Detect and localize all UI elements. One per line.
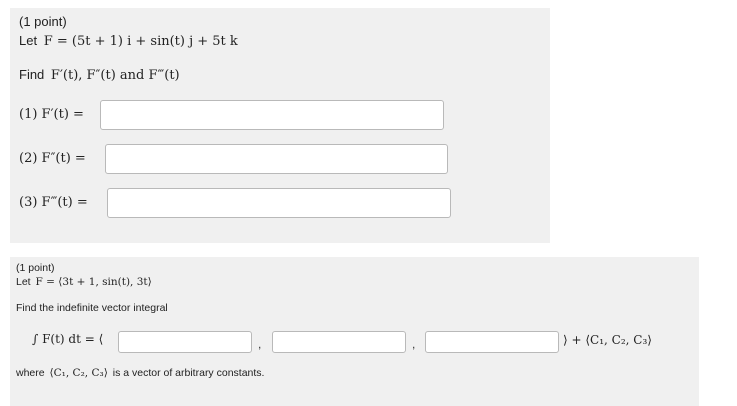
answer-1-input[interactable]	[101, 101, 443, 129]
component-2-box[interactable]	[272, 331, 406, 353]
find-label: Find	[19, 67, 45, 82]
let-label: Let	[16, 276, 31, 288]
separator-2: ,	[412, 337, 416, 351]
component-3-box[interactable]	[425, 331, 559, 353]
answer-3-input[interactable]	[108, 189, 450, 217]
vector-definition: F = ⟨3t + 1, sin(t), 3t⟩	[35, 276, 152, 288]
problem-1-statement: Let F = (5t + 1) i + sin(t) j + 5t k	[19, 33, 238, 49]
component-1-input[interactable]	[119, 332, 251, 352]
answer-2-input[interactable]	[106, 145, 447, 173]
component-2-input[interactable]	[273, 332, 405, 352]
problem-1-task: Find F′(t), F″(t) and F‴(t)	[19, 67, 180, 83]
answer-1-box[interactable]	[100, 100, 444, 130]
problem-1-points: (1 point)	[19, 14, 67, 29]
problem-2-panel: (1 point) Let F = ⟨3t + 1, sin(t), 3t⟩ F…	[10, 257, 699, 406]
where-label: where	[16, 367, 45, 379]
part-2-label: (2) F″(t) =	[19, 151, 86, 166]
problem-2-statement: Let F = ⟨3t + 1, sin(t), 3t⟩	[16, 276, 152, 288]
constants-note: where ⟨C₁, C₂, C₃⟩ is a vector of arbitr…	[16, 367, 264, 379]
separator-1: ,	[258, 337, 262, 351]
constants-vector: ⟨C₁, C₂, C₃⟩	[49, 367, 108, 379]
component-1-box[interactable]	[118, 331, 252, 353]
integral-label: ∫ F(t) dt = ⟨	[32, 332, 104, 346]
problem-1-panel: (1 point) Let F = (5t + 1) i + sin(t) j …	[10, 8, 550, 243]
problem-2-points: (1 point)	[16, 262, 55, 274]
answer-2-box[interactable]	[105, 144, 448, 174]
derivatives-to-find: F′(t), F″(t) and F‴(t)	[50, 68, 180, 83]
part-3-label: (3) F‴(t) =	[19, 195, 88, 210]
component-3-input[interactable]	[426, 332, 558, 352]
constant-vector-suffix: ⟩ + ⟨C₁, C₂, C₃⟩	[563, 333, 652, 347]
problem-2-task: Find the indefinite vector integral	[16, 302, 168, 314]
let-label: Let	[19, 33, 38, 48]
vector-definition: F = (5t + 1) i + sin(t) j + 5t k	[43, 34, 238, 49]
part-1-label: (1) F′(t) =	[19, 107, 84, 122]
answer-3-box[interactable]	[107, 188, 451, 218]
constants-description: is a vector of arbitrary constants.	[112, 367, 265, 379]
